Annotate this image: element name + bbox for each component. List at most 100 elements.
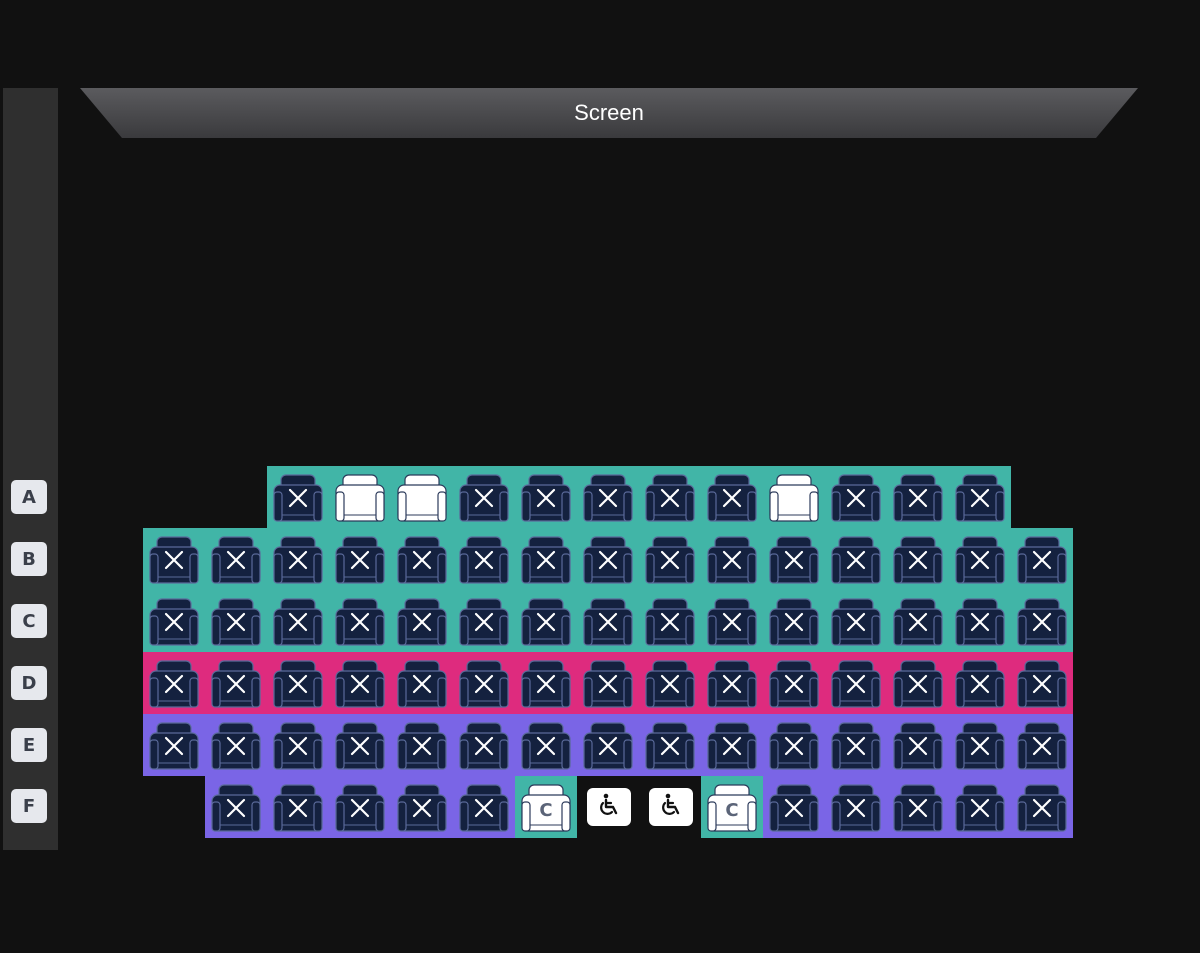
seat-taken-e11[interactable]: [705, 718, 759, 772]
seat-taken-a14[interactable]: [891, 470, 945, 524]
seat-taken-c6[interactable]: [395, 594, 449, 648]
seat-taken-a4[interactable]: [271, 470, 325, 524]
seat-taken-e14[interactable]: [891, 718, 945, 772]
seat-taken-f7[interactable]: [457, 780, 511, 834]
seat-taken-e13[interactable]: [829, 718, 883, 772]
seat-taken-d3[interactable]: [209, 656, 263, 710]
seat-taken-f15[interactable]: [953, 780, 1007, 834]
seat-taken-a11[interactable]: [705, 470, 759, 524]
seat-taken-e3[interactable]: [209, 718, 263, 772]
seat-cell-b15: [949, 528, 1011, 590]
seat-taken-a13[interactable]: [829, 470, 883, 524]
seat-taken-a15[interactable]: [953, 470, 1007, 524]
seat-taken-b4[interactable]: [271, 532, 325, 586]
seat-taken-d13[interactable]: [829, 656, 883, 710]
seat-cell-b10: [639, 528, 701, 590]
seat-taken-b5[interactable]: [333, 532, 387, 586]
seat-taken-d16[interactable]: [1015, 656, 1069, 710]
svg-text:C: C: [725, 800, 738, 821]
seat-available-a12[interactable]: [767, 470, 821, 524]
seat-taken-f6[interactable]: [395, 780, 449, 834]
seat-available-a5[interactable]: [333, 470, 387, 524]
seat-taken-e15[interactable]: [953, 718, 1007, 772]
seat-cell-a15: [949, 466, 1011, 528]
seat-taken-e4[interactable]: [271, 718, 325, 772]
seat-cell-b3: [205, 528, 267, 590]
seat-taken-b16[interactable]: [1015, 532, 1069, 586]
seat-taken-e10[interactable]: [643, 718, 697, 772]
seat-taken-c15[interactable]: [953, 594, 1007, 648]
seat-taken-d12[interactable]: [767, 656, 821, 710]
seat-taken-e8[interactable]: [519, 718, 573, 772]
seat-taken-c2[interactable]: [147, 594, 201, 648]
seat-taken-c7[interactable]: [457, 594, 511, 648]
seat-taken-b3[interactable]: [209, 532, 263, 586]
seat-cell-e3: [205, 714, 267, 776]
seat-taken-b6[interactable]: [395, 532, 449, 586]
seat-taken-a9[interactable]: [581, 470, 635, 524]
seat-taken-c11[interactable]: [705, 594, 759, 648]
seat-taken-d14[interactable]: [891, 656, 945, 710]
seat-cell-a12: [763, 466, 825, 528]
seat-cell-c5: [329, 590, 391, 652]
seat-taken-d15[interactable]: [953, 656, 1007, 710]
seat-cell-d9: [577, 652, 639, 714]
seat-taken-b8[interactable]: [519, 532, 573, 586]
seat-taken-b10[interactable]: [643, 532, 697, 586]
seat-cell-e15: [949, 714, 1011, 776]
seat-taken-f14[interactable]: [891, 780, 945, 834]
companion-seat-f8[interactable]: CC: [519, 780, 573, 834]
seat-taken-c13[interactable]: [829, 594, 883, 648]
seat-taken-b14[interactable]: [891, 532, 945, 586]
seat-taken-f16[interactable]: [1015, 780, 1069, 834]
seat-taken-c14[interactable]: [891, 594, 945, 648]
seat-taken-e5[interactable]: [333, 718, 387, 772]
seat-taken-c4[interactable]: [271, 594, 325, 648]
seat-taken-b15[interactable]: [953, 532, 1007, 586]
wheelchair-seat-f9[interactable]: [587, 788, 631, 826]
companion-seat-f11[interactable]: CC: [705, 780, 759, 834]
seat-taken-f13[interactable]: [829, 780, 883, 834]
seat-cell-b4: [267, 528, 329, 590]
seat-available-a6[interactable]: [395, 470, 449, 524]
seat-taken-d11[interactable]: [705, 656, 759, 710]
seat-taken-b2[interactable]: [147, 532, 201, 586]
seat-taken-c16[interactable]: [1015, 594, 1069, 648]
seat-taken-a8[interactable]: [519, 470, 573, 524]
seat-taken-d7[interactable]: [457, 656, 511, 710]
seat-taken-b7[interactable]: [457, 532, 511, 586]
seat-taken-d8[interactable]: [519, 656, 573, 710]
seat-taken-b9[interactable]: [581, 532, 635, 586]
seat-taken-c8[interactable]: [519, 594, 573, 648]
seat-taken-e6[interactable]: [395, 718, 449, 772]
seat-taken-c12[interactable]: [767, 594, 821, 648]
seat-taken-e16[interactable]: [1015, 718, 1069, 772]
seat-taken-e12[interactable]: [767, 718, 821, 772]
seat-taken-f5[interactable]: [333, 780, 387, 834]
seat-cell-c11: [701, 590, 763, 652]
seat-taken-d10[interactable]: [643, 656, 697, 710]
seat-taken-e2[interactable]: [147, 718, 201, 772]
seat-taken-c10[interactable]: [643, 594, 697, 648]
seat-taken-b12[interactable]: [767, 532, 821, 586]
seat-taken-c5[interactable]: [333, 594, 387, 648]
seat-taken-f4[interactable]: [271, 780, 325, 834]
seat-taken-d5[interactable]: [333, 656, 387, 710]
seat-taken-b13[interactable]: [829, 532, 883, 586]
seat-taken-a10[interactable]: [643, 470, 697, 524]
seat-taken-a7[interactable]: [457, 470, 511, 524]
seat-taken-f3[interactable]: [209, 780, 263, 834]
seat-cell-e6: [391, 714, 453, 776]
seat-taken-e9[interactable]: [581, 718, 635, 772]
seat-taken-d9[interactable]: [581, 656, 635, 710]
seat-taken-f12[interactable]: [767, 780, 821, 834]
seat-taken-c9[interactable]: [581, 594, 635, 648]
seat-taken-c3[interactable]: [209, 594, 263, 648]
seat-cell-b13: [825, 528, 887, 590]
seat-taken-b11[interactable]: [705, 532, 759, 586]
seat-taken-d4[interactable]: [271, 656, 325, 710]
seat-taken-d2[interactable]: [147, 656, 201, 710]
wheelchair-seat-f10[interactable]: [649, 788, 693, 826]
seat-taken-d6[interactable]: [395, 656, 449, 710]
seat-taken-e7[interactable]: [457, 718, 511, 772]
